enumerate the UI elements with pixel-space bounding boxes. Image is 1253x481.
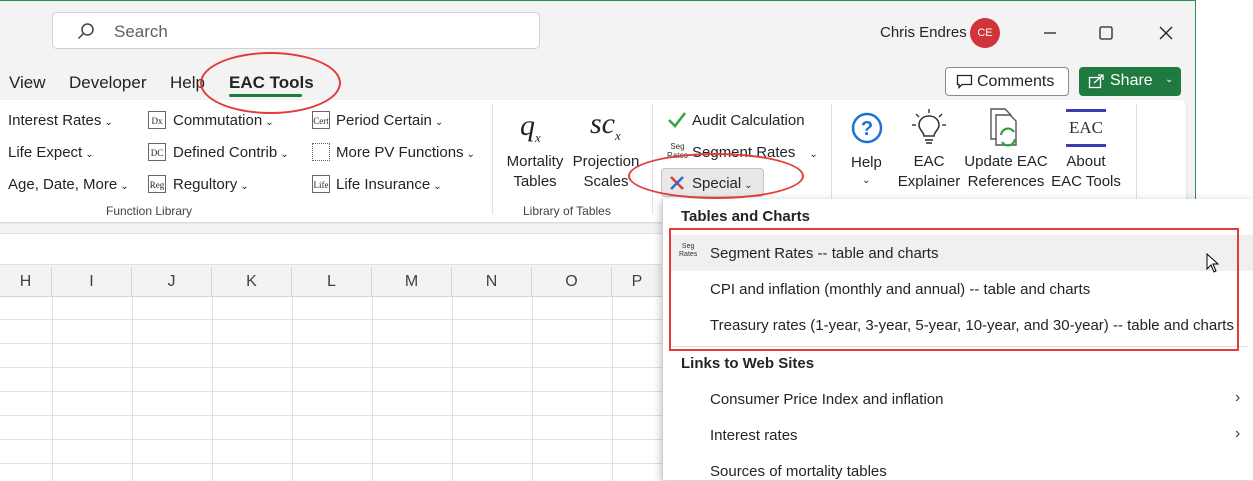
about-eac-icon: EAC (1066, 109, 1106, 147)
more-pv-icon (312, 143, 330, 161)
comments-button[interactable]: Comments (945, 67, 1069, 96)
column-header-p[interactable]: P (612, 267, 662, 296)
life-insurance-icon: Life (312, 175, 330, 193)
projection-icon: scx (590, 107, 621, 143)
column-header-k[interactable]: K (212, 267, 292, 296)
commutation-icon: Dx (148, 111, 166, 129)
library-of-tables-label: Library of Tables (523, 204, 611, 218)
search-icon (77, 23, 94, 40)
lightbulb-icon (912, 109, 946, 144)
column-header-o[interactable]: O (532, 267, 612, 296)
section-header-tables-charts: Tables and Charts (681, 208, 810, 225)
regulatory-icon: Reg (148, 175, 166, 193)
chevron-down-icon[interactable]: ⌄ (862, 175, 870, 186)
update-eac-references-button[interactable]: Update EAC References (963, 152, 1049, 192)
annotation-box-tables-charts (669, 228, 1239, 351)
function-library-label: Function Library (106, 204, 193, 218)
share-icon (1088, 74, 1104, 89)
user-name[interactable]: Chris Endres (880, 24, 967, 41)
annotation-ellipse-eac-tools (200, 52, 341, 114)
column-header-m[interactable]: M (372, 267, 452, 296)
group-separator (831, 104, 832, 214)
life-expect-menu[interactable]: Life Expect ⌄ (8, 144, 94, 161)
defined-contrib-menu[interactable]: Defined Contrib ⌄ (173, 144, 289, 161)
search-box[interactable]: Search (52, 12, 540, 49)
defined-contrib-icon: DC (148, 143, 166, 161)
tab-view[interactable]: View (9, 73, 46, 93)
column-header-n[interactable]: N (452, 267, 532, 296)
update-references-icon (990, 108, 1017, 147)
interest-rates-menu[interactable]: Interest Rates ⌄ (8, 112, 113, 129)
chevron-down-icon: ⌄ (1165, 74, 1174, 85)
menu-item-interest-rates-link[interactable]: Interest rates (710, 427, 798, 444)
avatar[interactable]: CE (970, 18, 1000, 48)
checkmark-icon (668, 112, 687, 128)
age-date-more-menu[interactable]: Age, Date, More ⌄ (8, 176, 129, 193)
share-label: Share (1110, 72, 1153, 89)
period-certain-menu[interactable]: Period Certain ⌄ (336, 112, 443, 129)
mortality-icon: qx (520, 109, 541, 145)
annotation-ellipse-special (628, 153, 804, 199)
column-header-h[interactable]: H (0, 267, 52, 296)
column-header-j[interactable]: J (132, 267, 212, 296)
column-header-l[interactable]: L (292, 267, 372, 296)
chevron-right-icon: › (1235, 425, 1241, 442)
regulatory-menu[interactable]: Regultory ⌄ (173, 176, 249, 193)
help-button[interactable]: Help (851, 154, 882, 171)
commutation-menu[interactable]: Commutation ⌄ (173, 112, 274, 129)
group-separator (1136, 104, 1137, 214)
close-icon[interactable] (1152, 19, 1180, 47)
minimize-icon[interactable] (1036, 19, 1064, 47)
life-insurance-menu[interactable]: Life Insurance ⌄ (336, 176, 442, 193)
share-button[interactable]: Share ⌄ (1079, 67, 1181, 96)
search-placeholder: Search (114, 22, 168, 41)
eac-explainer-button[interactable]: EAC Explainer (895, 152, 963, 192)
menu-item-mortality-sources[interactable]: Sources of mortality tables (710, 463, 887, 480)
tab-developer[interactable]: Developer (69, 73, 147, 93)
more-pv-functions-menu[interactable]: More PV Functions ⌄ (336, 144, 475, 161)
column-header-i[interactable]: I (52, 267, 132, 296)
group-separator (492, 104, 493, 214)
about-eac-tools-button[interactable]: About EAC Tools (1048, 152, 1124, 192)
menu-item-cpi-link[interactable]: Consumer Price Index and inflation (710, 391, 943, 408)
period-certain-icon: Cert (312, 111, 330, 129)
column-header-row: H I J K L M N O P (0, 267, 662, 297)
audit-calculation-button[interactable]: Audit Calculation (692, 112, 805, 129)
comment-icon (956, 74, 973, 89)
maximize-icon[interactable] (1092, 19, 1120, 47)
mortality-tables-button[interactable]: Mortality Tables (503, 152, 567, 192)
chevron-right-icon: › (1235, 389, 1241, 406)
cell-grid[interactable] (0, 297, 662, 481)
section-header-links: Links to Web Sites (681, 355, 815, 372)
svg-text:?: ? (861, 118, 873, 140)
help-icon: ? (851, 112, 883, 144)
comments-label: Comments (977, 73, 1055, 90)
